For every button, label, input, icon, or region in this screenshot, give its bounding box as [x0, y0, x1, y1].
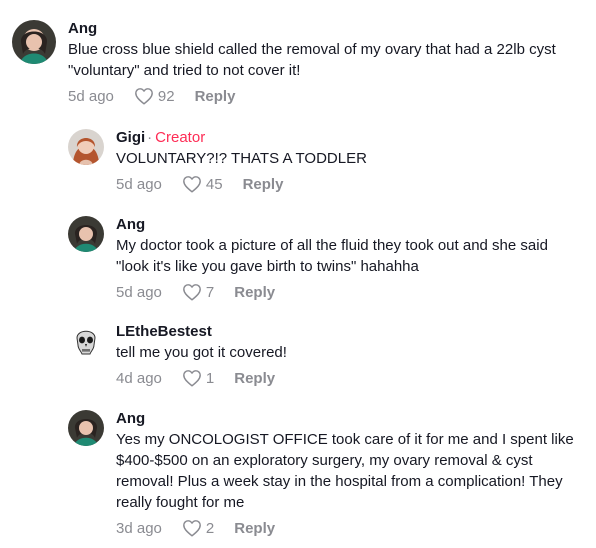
comment-author[interactable]: Gigi: [116, 129, 145, 147]
avatar[interactable]: [68, 216, 104, 252]
creator-badge: Creator: [155, 129, 206, 146]
comment-date: 5d ago: [116, 283, 162, 301]
like-button[interactable]: 2: [182, 519, 214, 537]
avatar[interactable]: [68, 129, 104, 165]
like-button[interactable]: 7: [182, 283, 214, 301]
reply-button[interactable]: Reply: [234, 284, 275, 301]
comment-date: 5d ago: [68, 87, 114, 105]
comment-author[interactable]: Ang: [116, 216, 145, 234]
like-count: 7: [205, 283, 215, 301]
comment-text: Blue cross blue shield called the remova…: [68, 41, 556, 79]
creator-separator: ·: [147, 129, 153, 146]
comment-meta: 5d ago 92 Reply: [68, 85, 568, 107]
reply-button[interactable]: Reply: [195, 88, 236, 105]
comment-author[interactable]: LEtheBestest: [116, 323, 212, 341]
heart-outline-icon: [134, 88, 153, 105]
reply-button[interactable]: Reply: [243, 176, 284, 193]
heart-outline-icon: [182, 520, 201, 537]
comment-author[interactable]: Ang: [116, 410, 145, 428]
comment-content: Ang My doctor took a picture of all the …: [116, 216, 576, 303]
comment-author[interactable]: Ang: [68, 20, 97, 38]
avatar[interactable]: [68, 323, 104, 359]
like-count: 45: [205, 175, 223, 193]
reply-item: Gigi · Creator VOLUNTARY?!? THATS A TODD…: [68, 129, 588, 195]
comment-content: Ang Blue cross blue shield called the re…: [68, 20, 568, 107]
comment-date: 5d ago: [116, 175, 162, 193]
heart-outline-icon: [182, 284, 201, 301]
comment-date: 3d ago: [116, 519, 162, 537]
comment-date: 4d ago: [116, 369, 162, 387]
like-count: 92: [157, 87, 175, 105]
reply-item: Ang Yes my ONCOLOGIST OFFICE took care o…: [68, 410, 588, 539]
reply-item: Ang My doctor took a picture of all the …: [68, 216, 588, 303]
reply-item: LEtheBestest tell me you got it covered!…: [68, 323, 588, 389]
comment-content: LEtheBestest tell me you got it covered!…: [116, 323, 576, 389]
comment-text: tell me you got it covered!: [116, 344, 287, 361]
like-button[interactable]: 45: [182, 175, 223, 193]
heart-outline-icon: [182, 370, 201, 387]
avatar[interactable]: [68, 410, 104, 446]
comment-content: Ang Yes my ONCOLOGIST OFFICE took care o…: [116, 410, 576, 539]
reply-button[interactable]: Reply: [234, 370, 275, 387]
comment-text: VOLUNTARY?!? THATS A TODDLER: [116, 150, 367, 167]
comment-meta: 5d ago 7 Reply: [116, 281, 576, 303]
comment-item: Ang Blue cross blue shield called the re…: [12, 20, 582, 107]
like-button[interactable]: 1: [182, 369, 214, 387]
comment-text: Yes my ONCOLOGIST OFFICE took care of it…: [116, 431, 574, 511]
like-count: 1: [205, 369, 215, 387]
reply-button[interactable]: Reply: [234, 520, 275, 537]
heart-outline-icon: [182, 176, 201, 193]
avatar[interactable]: [12, 20, 56, 64]
comment-meta: 5d ago 45 Reply: [116, 173, 576, 195]
comment-content: Gigi · Creator VOLUNTARY?!? THATS A TODD…: [116, 129, 576, 195]
like-count: 2: [205, 519, 215, 537]
like-button[interactable]: 92: [134, 87, 175, 105]
comment-text: My doctor took a picture of all the flui…: [116, 237, 548, 275]
comment-meta: 4d ago 1 Reply: [116, 367, 576, 389]
comment-meta: 3d ago 2 Reply: [116, 517, 576, 539]
